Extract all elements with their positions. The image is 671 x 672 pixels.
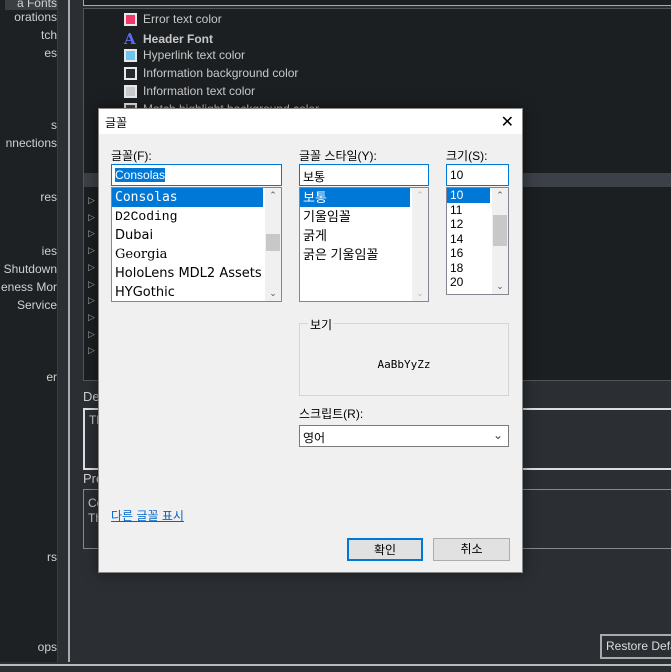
list-item[interactable]: Consolas (112, 188, 263, 207)
option-item[interactable]: Hyperlink text color (124, 48, 245, 62)
divider (0, 664, 671, 666)
sidebar-item[interactable]: ies (42, 244, 57, 258)
sidebar-item[interactable]: rs (47, 550, 57, 564)
scroll-up-icon[interactable]: ⌃ (265, 190, 281, 201)
option-item[interactable]: Error text color (124, 12, 222, 26)
option-label: Information text color (143, 84, 256, 98)
font-dialog: 글꼴 ✕ 글꼴(F): Consolas Consolas D2Coding Duba… (98, 108, 523, 573)
expand-icon[interactable]: ▷ (88, 228, 95, 239)
font-list-scrollbar[interactable]: ⌃ ⌄ (265, 188, 281, 301)
font-icon: A (124, 30, 136, 48)
dialog-titlebar: 글꼴 ✕ (99, 109, 522, 134)
list-item[interactable]: 보통 (300, 188, 410, 207)
scroll-up-icon[interactable]: ⌃ (412, 190, 428, 201)
expand-icon[interactable]: ▷ (88, 295, 95, 306)
scroll-down-icon[interactable]: ⌄ (492, 281, 508, 292)
list-item[interactable]: Dubai (112, 226, 263, 245)
expand-icon[interactable]: ▷ (88, 312, 95, 323)
size-list-scrollbar[interactable]: ⌃ ⌄ (492, 188, 508, 294)
list-item[interactable]: 기울임꼴 (300, 207, 410, 226)
size-input[interactable]: 10 (446, 164, 509, 186)
color-swatch-icon (124, 66, 137, 80)
sample-label: 보기 (308, 316, 335, 333)
list-item[interactable]: 11 (447, 203, 490, 218)
splitter[interactable] (68, 0, 70, 662)
list-item[interactable]: 12 (447, 217, 490, 232)
sample-group: 보기 AaBbYyZz (299, 316, 509, 396)
size-label: 크기(S): (446, 149, 488, 163)
expand-icon[interactable]: ▷ (88, 195, 95, 206)
more-fonts-link[interactable]: 다른 글꼴 표시 (111, 507, 184, 524)
sidebar-item[interactable]: ops (38, 640, 57, 654)
scrollbar-thumb[interactable] (266, 234, 280, 251)
close-icon[interactable]: ✕ (501, 112, 514, 132)
expand-icon[interactable]: ▷ (88, 345, 95, 356)
list-item[interactable]: HYGothic (112, 283, 263, 301)
option-label: Error text color (143, 12, 222, 26)
dialog-title: 글꼴 (105, 116, 128, 130)
sidebar-item[interactable]: a Fonts (5, 0, 57, 10)
option-label: Header Font (143, 32, 214, 46)
sidebar-item[interactable]: er (46, 370, 57, 384)
scroll-down-icon[interactable]: ⌄ (265, 288, 281, 299)
script-value: 영어 (303, 431, 326, 445)
list-item[interactable]: D2Coding (112, 207, 263, 226)
color-swatch-icon (124, 84, 137, 98)
style-label: 글꼴 스타일(Y): (299, 149, 377, 163)
list-item[interactable]: 18 (447, 261, 490, 276)
list-item[interactable]: 14 (447, 232, 490, 247)
sidebar: a Fonts orations tch es s nnections res ies Shut… (0, 0, 58, 662)
font-input[interactable]: Consolas (111, 164, 282, 186)
style-list[interactable]: 보통 기울임꼴 굵게 굵은 기울임꼴 ⌃ ⌄ (299, 187, 429, 302)
search-input[interactable] (83, 0, 671, 6)
sidebar-item[interactable]: s (51, 118, 57, 132)
ok-button[interactable]: 확인 (347, 538, 423, 561)
expand-icon[interactable]: ▷ (88, 262, 95, 273)
color-swatch-icon (124, 12, 137, 26)
size-list[interactable]: 10 11 12 14 16 18 20 ⌃ ⌄ (446, 187, 509, 295)
expand-icon[interactable]: ▷ (88, 279, 95, 290)
option-item[interactable]: Information background color (124, 66, 298, 80)
restore-defaults-button[interactable]: Restore Defa (600, 634, 671, 659)
sidebar-item[interactable]: Service (17, 298, 57, 312)
chevron-down-icon: ⌄ (492, 428, 503, 442)
expand-icon[interactable]: ▷ (88, 212, 95, 223)
font-label: 글꼴(F): (111, 149, 152, 163)
scrollbar-thumb[interactable] (493, 215, 507, 246)
sidebar-item[interactable]: Shutdown (4, 262, 57, 276)
list-item[interactable]: 굵게 (300, 226, 410, 245)
sample-text: AaBbYyZz (377, 358, 431, 371)
scroll-up-icon[interactable]: ⌃ (492, 190, 508, 201)
sidebar-item[interactable]: tch (41, 28, 57, 42)
list-item[interactable]: 16 (447, 246, 490, 261)
style-input[interactable]: 보통 (299, 164, 429, 186)
list-item[interactable]: 20 (447, 275, 490, 290)
script-label: 스크립트(R): (299, 407, 364, 421)
font-input-value: Consolas (115, 168, 166, 182)
sidebar-item[interactable]: res (40, 190, 57, 204)
expand-icon[interactable]: ▷ (88, 329, 95, 340)
option-label: Information background color (143, 66, 299, 80)
cancel-button[interactable]: 취소 (433, 538, 510, 561)
sidebar-item[interactable]: nnections (6, 136, 57, 150)
sidebar-item[interactable]: es (44, 46, 57, 60)
scroll-down-icon[interactable]: ⌄ (412, 288, 428, 299)
option-item[interactable]: A Header Font (124, 30, 213, 48)
list-item[interactable]: Georgia (112, 245, 263, 264)
list-item[interactable]: 굵은 기울임꼴 (300, 245, 410, 264)
list-item[interactable]: 10 (447, 188, 490, 203)
list-item[interactable]: HoloLens MDL2 Assets (112, 264, 263, 283)
font-list[interactable]: Consolas D2Coding Dubai Georgia HoloLens MDL… (111, 187, 282, 302)
script-select[interactable]: 영어 ⌄ (299, 425, 509, 447)
expand-icon[interactable]: ▷ (88, 245, 95, 256)
sidebar-item[interactable]: eness Mor (1, 280, 57, 294)
sidebar-item[interactable]: orations (14, 10, 57, 24)
option-item[interactable]: Information text color (124, 84, 255, 98)
style-list-scrollbar[interactable]: ⌃ ⌄ (412, 188, 428, 301)
option-label: Hyperlink text color (143, 48, 246, 62)
color-swatch-icon (124, 48, 137, 62)
